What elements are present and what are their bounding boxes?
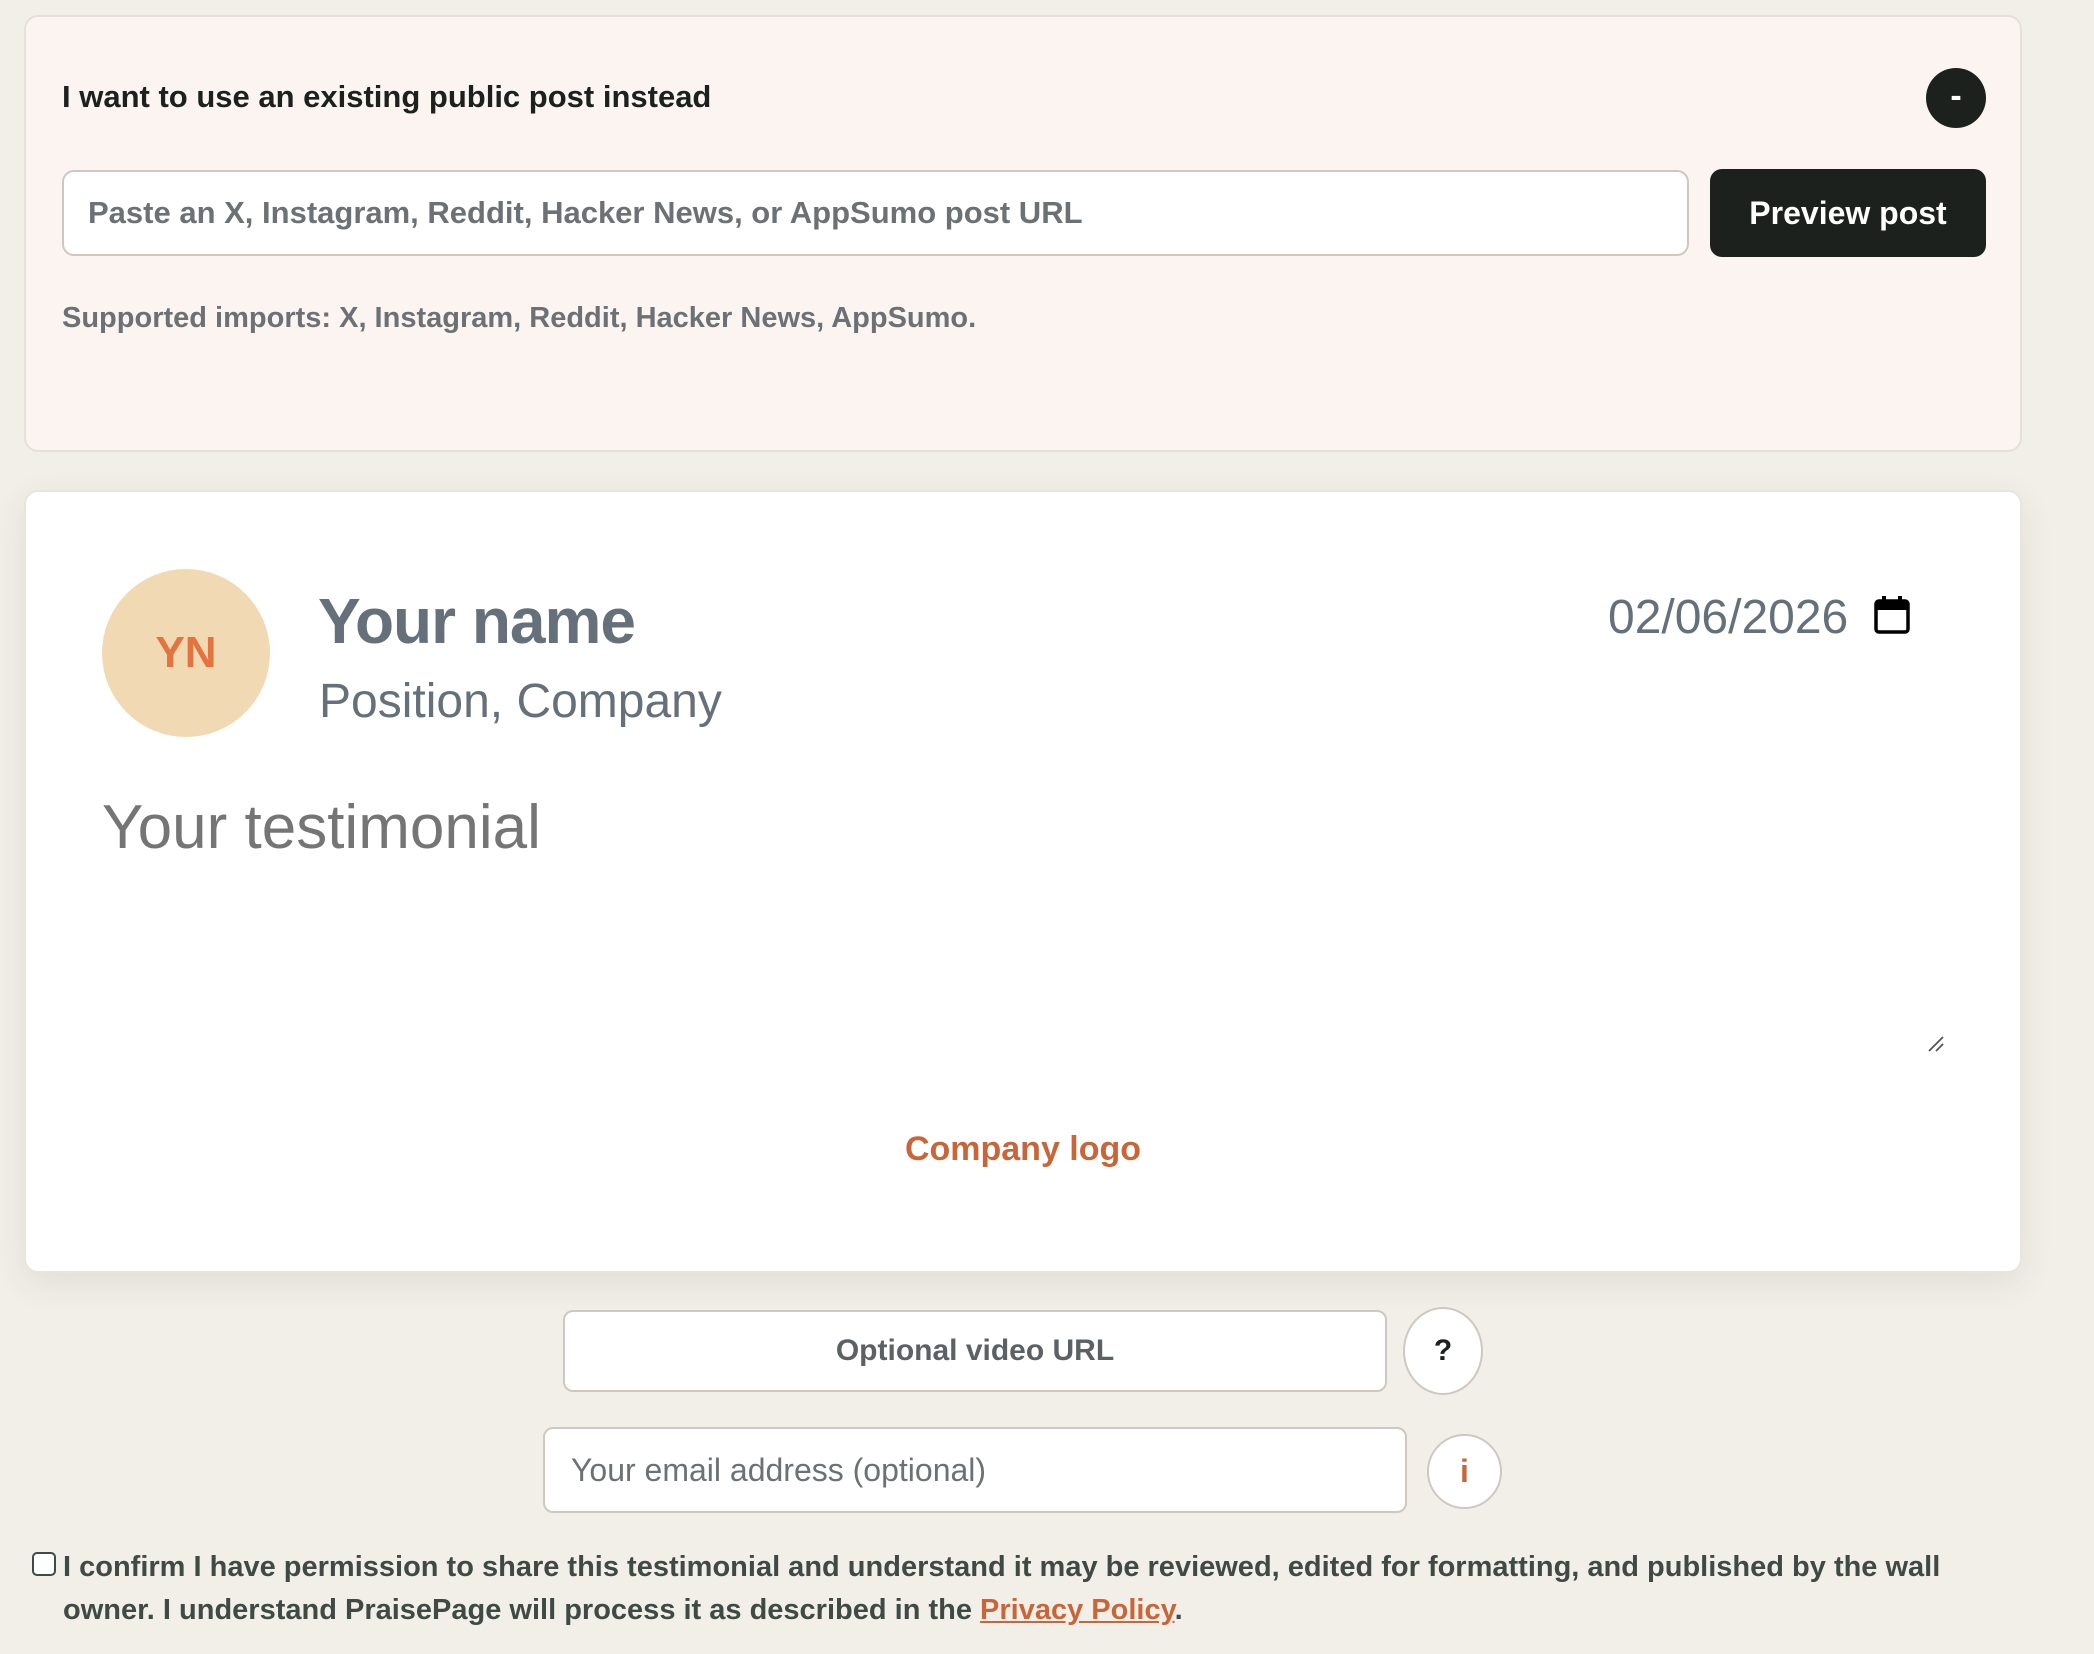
name-field[interactable]: Your name [318,584,636,658]
privacy-policy-link[interactable]: Privacy Policy [980,1594,1175,1626]
video-help-button[interactable]: ? [1403,1307,1483,1395]
position-company-field[interactable]: Position, Company [319,674,722,729]
preview-post-button[interactable]: Preview post [1710,169,1986,257]
email-info-button[interactable]: i [1427,1434,1502,1509]
collapse-button[interactable]: - [1926,68,1986,128]
avatar[interactable]: YN [102,569,270,737]
email-input[interactable] [543,1427,1407,1513]
post-url-input[interactable] [62,170,1689,256]
consent-checkbox[interactable] [32,1552,56,1576]
testimonial-textarea[interactable] [102,792,1968,1052]
import-title: I want to use an existing public post in… [62,79,712,114]
calendar-icon[interactable] [1874,596,1910,634]
resize-grip-icon[interactable] [1926,1034,1944,1052]
consent-text-end: . [1174,1594,1183,1626]
company-logo-upload[interactable]: Company logo [26,1130,2020,1169]
date-field[interactable]: 02/06/2026 [1608,590,1848,645]
supported-imports-text: Supported imports: X, Instagram, Reddit,… [62,302,977,334]
video-url-button[interactable]: Optional video URL [563,1310,1387,1392]
import-post-panel: I want to use an existing public post in… [24,15,2022,452]
testimonial-card: YN Your name Position, Company 02/06/202… [24,490,2022,1273]
consent-text: I confirm I have permission to share thi… [63,1546,2023,1632]
